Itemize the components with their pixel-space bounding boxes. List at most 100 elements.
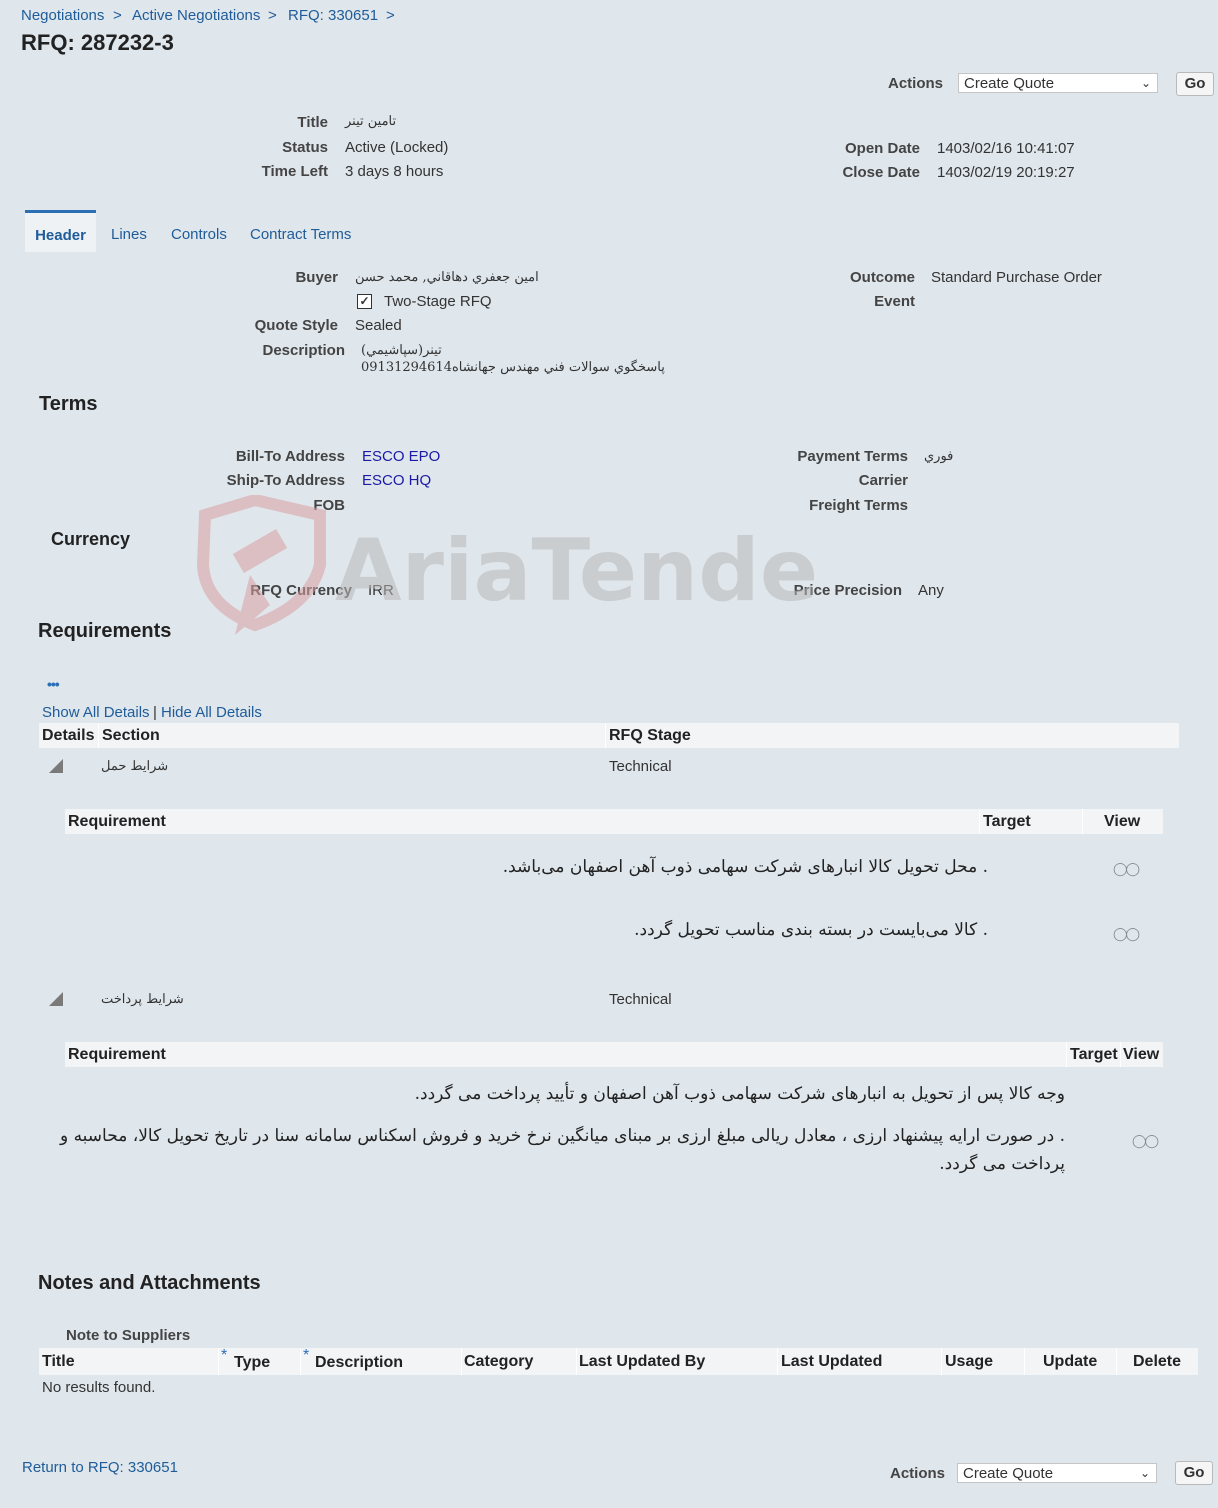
go-button[interactable]: Go [1176, 72, 1214, 96]
actions-label: Actions [890, 1465, 946, 1482]
link-divider: | [153, 704, 157, 721]
column-divider [1066, 1042, 1067, 1067]
col-target: Target [1070, 1046, 1118, 1063]
requirement-text: . در صورت ارایه پیشنهاد ارزی ، معادل ریا… [59, 1126, 1065, 1146]
tab-contract-terms[interactable]: Contract Terms [250, 226, 351, 243]
hide-all-details-link[interactable]: Hide All Details [161, 704, 262, 721]
watermark: AriaTender.neT [195, 493, 1060, 645]
price-precision-value: Any [918, 582, 944, 599]
requirement-text: . کالا می‌بایست در بسته بندی مناسب تحویل… [634, 920, 988, 940]
currency-heading: Currency [51, 529, 131, 549]
col-target: Target [983, 813, 1031, 830]
fob-label: FOB [313, 497, 345, 514]
go-button[interactable]: Go [1175, 1461, 1213, 1485]
breadcrumb-rfq[interactable]: RFQ: 330651 [288, 7, 378, 24]
tab-lines[interactable]: Lines [111, 226, 147, 243]
col-requirement: Requirement [68, 1046, 166, 1063]
col-view: View [1123, 1046, 1160, 1063]
bill-to-label: Bill-To Address [235, 448, 345, 465]
column-divider [300, 1348, 301, 1375]
title-value: تامين تينر [345, 114, 397, 129]
show-all-details-link[interactable]: Show All Details [42, 704, 150, 721]
column-divider [1116, 1348, 1117, 1375]
section-stage: Technical [609, 991, 672, 1008]
actions-select-value: Create Quote [963, 1465, 1054, 1482]
requirements-heading: Requirements [38, 620, 172, 642]
view-glasses-icon[interactable]: ◯◯ [1132, 1133, 1159, 1149]
more-icon[interactable]: ••• [47, 676, 60, 692]
col-usage: Usage [945, 1353, 994, 1370]
column-divider [218, 1348, 219, 1375]
carrier-label: Carrier [858, 472, 908, 489]
buyer-value: امين جعفري دهاقاني, محمد حسن [355, 270, 539, 285]
column-divider [98, 723, 99, 748]
required-marker: * [221, 1347, 228, 1364]
collapse-triangle-icon[interactable] [49, 759, 63, 773]
open-date-value: 1403/02/16 10:41:07 [937, 140, 1075, 157]
close-date-label: Close Date [842, 164, 920, 181]
tab-controls[interactable]: Controls [171, 226, 227, 243]
collapse-triangle-icon[interactable] [49, 992, 63, 1006]
description-label: Description [262, 342, 345, 359]
col-update: Update [1043, 1353, 1098, 1370]
breadcrumb-separator: > [268, 7, 277, 24]
actions-label: Actions [888, 75, 944, 92]
return-to-rfq-link[interactable]: Return to RFQ: 330651 [22, 1459, 178, 1476]
price-precision-label: Price Precision [793, 582, 902, 599]
col-details: Details [42, 727, 95, 744]
two-stage-checkbox[interactable]: ✓ [357, 294, 372, 309]
col-last-updated: Last Updated [781, 1353, 883, 1370]
event-label: Event [874, 293, 915, 310]
requirement-table-header [65, 1042, 1163, 1067]
title-label: Title [297, 114, 328, 131]
requirement-text-continued: پرداخت می گردد. [939, 1154, 1065, 1174]
buyer-label: Buyer [295, 269, 338, 286]
column-divider [1120, 1042, 1121, 1067]
ship-to-link[interactable]: ESCO HQ [362, 472, 431, 489]
column-divider [576, 1348, 577, 1375]
column-divider [461, 1348, 462, 1375]
section-name: شرایط حمل [101, 759, 169, 774]
tab-header[interactable]: Header [25, 210, 96, 252]
section-name: شرایط پرداخت [101, 992, 184, 1007]
actions-select[interactable]: Create Quote ⌄ [957, 1463, 1157, 1483]
chevron-down-icon: ⌄ [1139, 1466, 1150, 1480]
rfq-currency-label: RFQ Currency [250, 582, 352, 599]
payment-terms-value: فوري [924, 449, 954, 464]
ship-to-label: Ship-To Address [226, 472, 345, 489]
col-rfq-stage: RFQ Stage [609, 727, 691, 744]
freight-terms-label: Freight Terms [809, 497, 908, 514]
view-glasses-icon[interactable]: ◯◯ [1113, 926, 1140, 942]
time-left-label: Time Left [261, 163, 328, 180]
quote-style-value: Sealed [355, 317, 402, 334]
no-results-text: No results found. [42, 1379, 156, 1396]
actions-select[interactable]: Create Quote ⌄ [958, 73, 1158, 93]
notes-heading: Notes and Attachments [38, 1272, 261, 1294]
rfq-currency-value: IRR [368, 582, 394, 599]
column-divider [605, 723, 606, 748]
col-category: Category [464, 1353, 534, 1370]
col-description: Description [315, 1354, 404, 1371]
actions-select-value: Create Quote [964, 75, 1055, 92]
col-last-updated-by: Last Updated By [579, 1353, 706, 1370]
watermark-logo-icon: AriaTender.neT [196, 493, 1060, 635]
description-line-2: پاسخگوي سوالات فني مهندس جهانشاه09131294… [361, 360, 665, 375]
note-to-suppliers-label: Note to Suppliers [66, 1327, 191, 1344]
col-delete: Delete [1133, 1353, 1182, 1370]
page-title: RFQ: 287232-3 [21, 30, 174, 55]
tab-bar: Header Lines Controls Contract Terms [25, 210, 1205, 252]
breadcrumb-separator: > [386, 7, 395, 24]
outcome-label: Outcome [849, 269, 915, 286]
bill-to-link[interactable]: ESCO EPO [362, 448, 440, 465]
column-divider [777, 1348, 778, 1375]
breadcrumb-separator: > [113, 7, 122, 24]
col-type: Type [234, 1354, 271, 1371]
column-divider [979, 809, 980, 834]
col-view: View [1104, 813, 1141, 830]
column-divider [1082, 809, 1083, 834]
requirement-text: وجه کالا پس از تحویل به انبارهای شرکت سه… [414, 1084, 1065, 1104]
breadcrumb-negotiations[interactable]: Negotiations [21, 7, 104, 24]
requirement-text: . محل تحویل کالا انبارهای شرکت سهامی ذوب… [502, 857, 988, 877]
breadcrumb-active-negotiations[interactable]: Active Negotiations [132, 7, 260, 24]
view-glasses-icon[interactable]: ◯◯ [1113, 861, 1140, 877]
